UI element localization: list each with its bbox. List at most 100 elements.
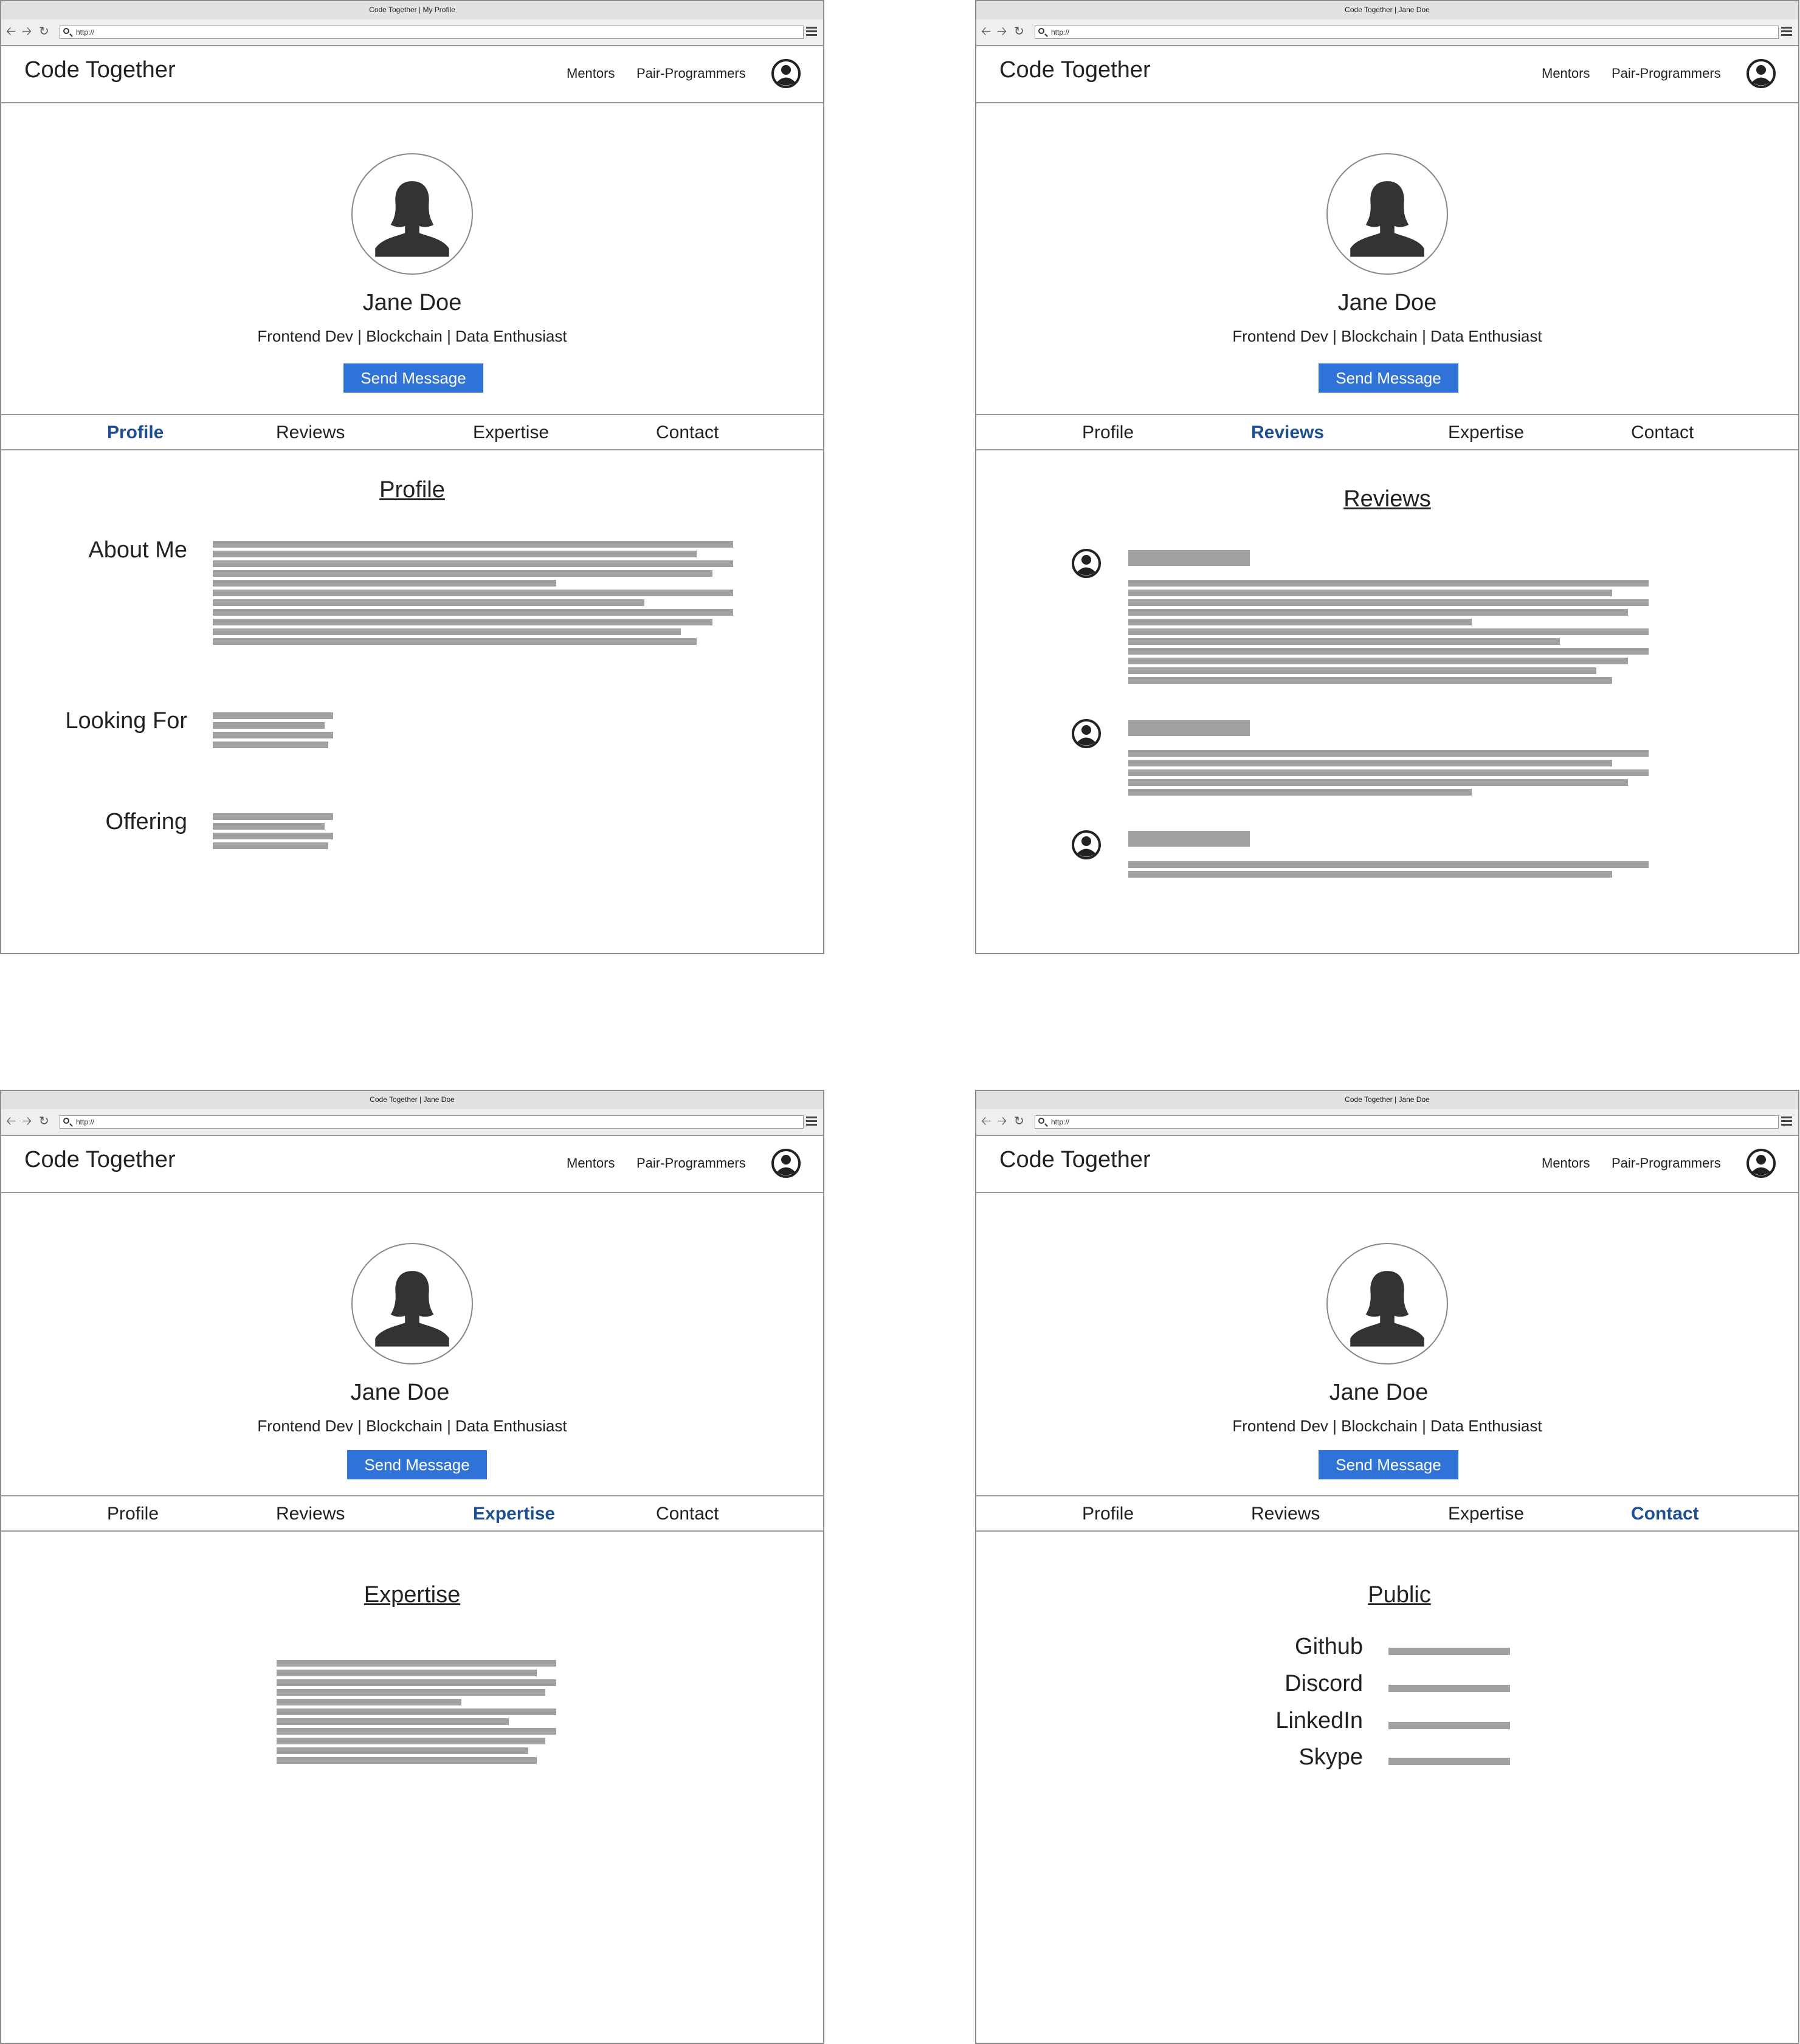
hamburger-menu-icon[interactable]: [806, 1117, 817, 1126]
contact-value-github[interactable]: [1388, 1648, 1510, 1655]
forward-arrow-icon[interactable]: 🡢: [997, 1115, 1007, 1128]
send-message-button[interactable]: Send Message: [347, 1450, 487, 1479]
browser-toolbar: 🡠 🡢 ↻ http://: [1, 19, 823, 46]
browser-window-contact: Code Together | Jane Doe 🡠 🡢 ↻ http:// C…: [975, 1090, 1799, 2044]
contact-value-linkedin[interactable]: [1388, 1722, 1510, 1729]
contact-label-linkedin: LinkedIn: [1275, 1708, 1363, 1733]
contact-value-discord[interactable]: [1388, 1685, 1510, 1692]
url-bar[interactable]: http://: [1035, 1115, 1779, 1129]
section-title: Profile: [379, 477, 445, 503]
window-title: Code Together | Jane Doe: [976, 1, 1798, 20]
search-icon: [1038, 1118, 1044, 1124]
nav-pair-programmers-link[interactable]: Pair-Programmers: [636, 66, 746, 81]
profile-name: Jane Doe: [1329, 1380, 1429, 1405]
hamburger-menu-icon[interactable]: [1781, 27, 1792, 36]
window-title: Code Together | Jane Doe: [976, 1091, 1798, 1110]
send-message-button[interactable]: Send Message: [343, 363, 483, 393]
user-account-icon[interactable]: [1746, 58, 1776, 89]
female-avatar-icon: [375, 181, 449, 257]
profile-avatar: [1326, 153, 1448, 275]
reload-icon[interactable]: ↻: [39, 1115, 49, 1128]
search-icon: [63, 28, 69, 34]
brand-logo[interactable]: Code Together: [24, 1147, 176, 1173]
section-title: Reviews: [1343, 486, 1431, 512]
tab-expertise[interactable]: Expertise: [473, 422, 549, 443]
tab-expertise[interactable]: Expertise: [1448, 422, 1524, 443]
brand-logo[interactable]: Code Together: [999, 1147, 1151, 1173]
nav-pair-programmers-link[interactable]: Pair-Programmers: [1612, 1155, 1721, 1171]
reload-icon[interactable]: ↻: [1014, 25, 1024, 38]
profile-tabs: Profile Reviews Expertise Contact: [1, 414, 823, 450]
profile-tagline: Frontend Dev | Blockchain | Data Enthusi…: [257, 1417, 567, 1435]
back-arrow-icon[interactable]: 🡠: [981, 1115, 991, 1128]
forward-arrow-icon[interactable]: 🡢: [22, 25, 32, 38]
nav-pair-programmers-link[interactable]: Pair-Programmers: [636, 1155, 746, 1171]
section-title: Expertise: [364, 1582, 461, 1608]
about-me-label: About Me: [88, 537, 187, 563]
profile-avatar: [1326, 1243, 1448, 1364]
send-message-button[interactable]: Send Message: [1319, 363, 1458, 393]
tab-contact[interactable]: Contact: [656, 1504, 719, 1524]
brand-logo[interactable]: Code Together: [24, 57, 176, 83]
contact-value-skype[interactable]: [1388, 1758, 1510, 1765]
forward-arrow-icon[interactable]: 🡢: [22, 1115, 32, 1128]
tab-reviews[interactable]: Reviews: [276, 1504, 345, 1524]
site-header: Code Together Mentors Pair-Programmers: [1, 45, 823, 103]
browser-window-expertise: Code Together | Jane Doe 🡠 🡢 ↻ http:// C…: [0, 1090, 824, 2044]
profile-name: Jane Doe: [350, 1380, 450, 1405]
tab-contact[interactable]: Contact: [1631, 1504, 1699, 1524]
window-title: Code Together | Jane Doe: [1, 1091, 823, 1110]
female-avatar-icon: [1350, 181, 1424, 257]
reload-icon[interactable]: ↻: [39, 25, 49, 38]
url-bar[interactable]: http://: [1035, 26, 1779, 39]
hamburger-menu-icon[interactable]: [1781, 1117, 1792, 1126]
nav-mentors-link[interactable]: Mentors: [1542, 1155, 1590, 1171]
tab-contact[interactable]: Contact: [656, 422, 719, 443]
tab-profile[interactable]: Profile: [107, 1504, 159, 1524]
site-header: Code Together Mentors Pair-Programmers: [1, 1135, 823, 1193]
tab-profile[interactable]: Profile: [107, 422, 164, 443]
back-arrow-icon[interactable]: 🡠: [6, 25, 16, 38]
expertise-text: [277, 1660, 556, 1767]
browser-window-profile: Code Together | My Profile 🡠 🡢 ↻ http://…: [0, 0, 824, 954]
tab-contact[interactable]: Contact: [1631, 422, 1694, 443]
send-message-button[interactable]: Send Message: [1319, 1450, 1458, 1479]
reviewer-name-placeholder: [1128, 831, 1250, 847]
review-text: [1128, 861, 1649, 881]
url-bar[interactable]: http://: [60, 1115, 804, 1129]
browser-window-reviews: Code Together | Jane Doe 🡠 🡢 ↻ http:// C…: [975, 0, 1799, 954]
tab-reviews[interactable]: Reviews: [1251, 1504, 1320, 1524]
tab-profile[interactable]: Profile: [1082, 1504, 1134, 1524]
reviewer-name-placeholder: [1128, 550, 1250, 566]
tab-profile[interactable]: Profile: [1082, 422, 1134, 443]
site-header: Code Together Mentors Pair-Programmers: [976, 45, 1798, 103]
user-account-icon[interactable]: [1746, 1148, 1776, 1179]
site-header: Code Together Mentors Pair-Programmers: [976, 1135, 1798, 1193]
nav-mentors-link[interactable]: Mentors: [567, 1155, 615, 1171]
nav-mentors-link[interactable]: Mentors: [1542, 66, 1590, 81]
user-account-icon[interactable]: [771, 58, 801, 89]
tab-reviews[interactable]: Reviews: [1251, 422, 1324, 443]
hamburger-menu-icon[interactable]: [806, 27, 817, 36]
profile-tagline: Frontend Dev | Blockchain | Data Enthusi…: [1232, 327, 1542, 345]
tab-expertise[interactable]: Expertise: [1448, 1504, 1524, 1524]
female-avatar-icon: [375, 1271, 449, 1347]
female-avatar-icon: [1350, 1271, 1424, 1347]
user-account-icon[interactable]: [771, 1148, 801, 1179]
back-arrow-icon[interactable]: 🡠: [6, 1115, 16, 1128]
url-bar[interactable]: http://: [60, 26, 804, 39]
section-title: Public: [1368, 1582, 1431, 1608]
nav-mentors-link[interactable]: Mentors: [567, 66, 615, 81]
tab-reviews[interactable]: Reviews: [276, 422, 345, 443]
reviewer-name-placeholder: [1128, 720, 1250, 736]
tab-expertise[interactable]: Expertise: [473, 1504, 555, 1524]
url-text: http://: [1051, 1118, 1070, 1126]
nav-pair-programmers-link[interactable]: Pair-Programmers: [1612, 66, 1721, 81]
reload-icon[interactable]: ↻: [1014, 1115, 1024, 1128]
brand-logo[interactable]: Code Together: [999, 57, 1151, 83]
back-arrow-icon[interactable]: 🡠: [981, 25, 991, 38]
forward-arrow-icon[interactable]: 🡢: [997, 25, 1007, 38]
profile-avatar: [351, 153, 473, 275]
reviewer-avatar-icon: [1072, 719, 1101, 748]
search-icon: [1038, 28, 1044, 34]
